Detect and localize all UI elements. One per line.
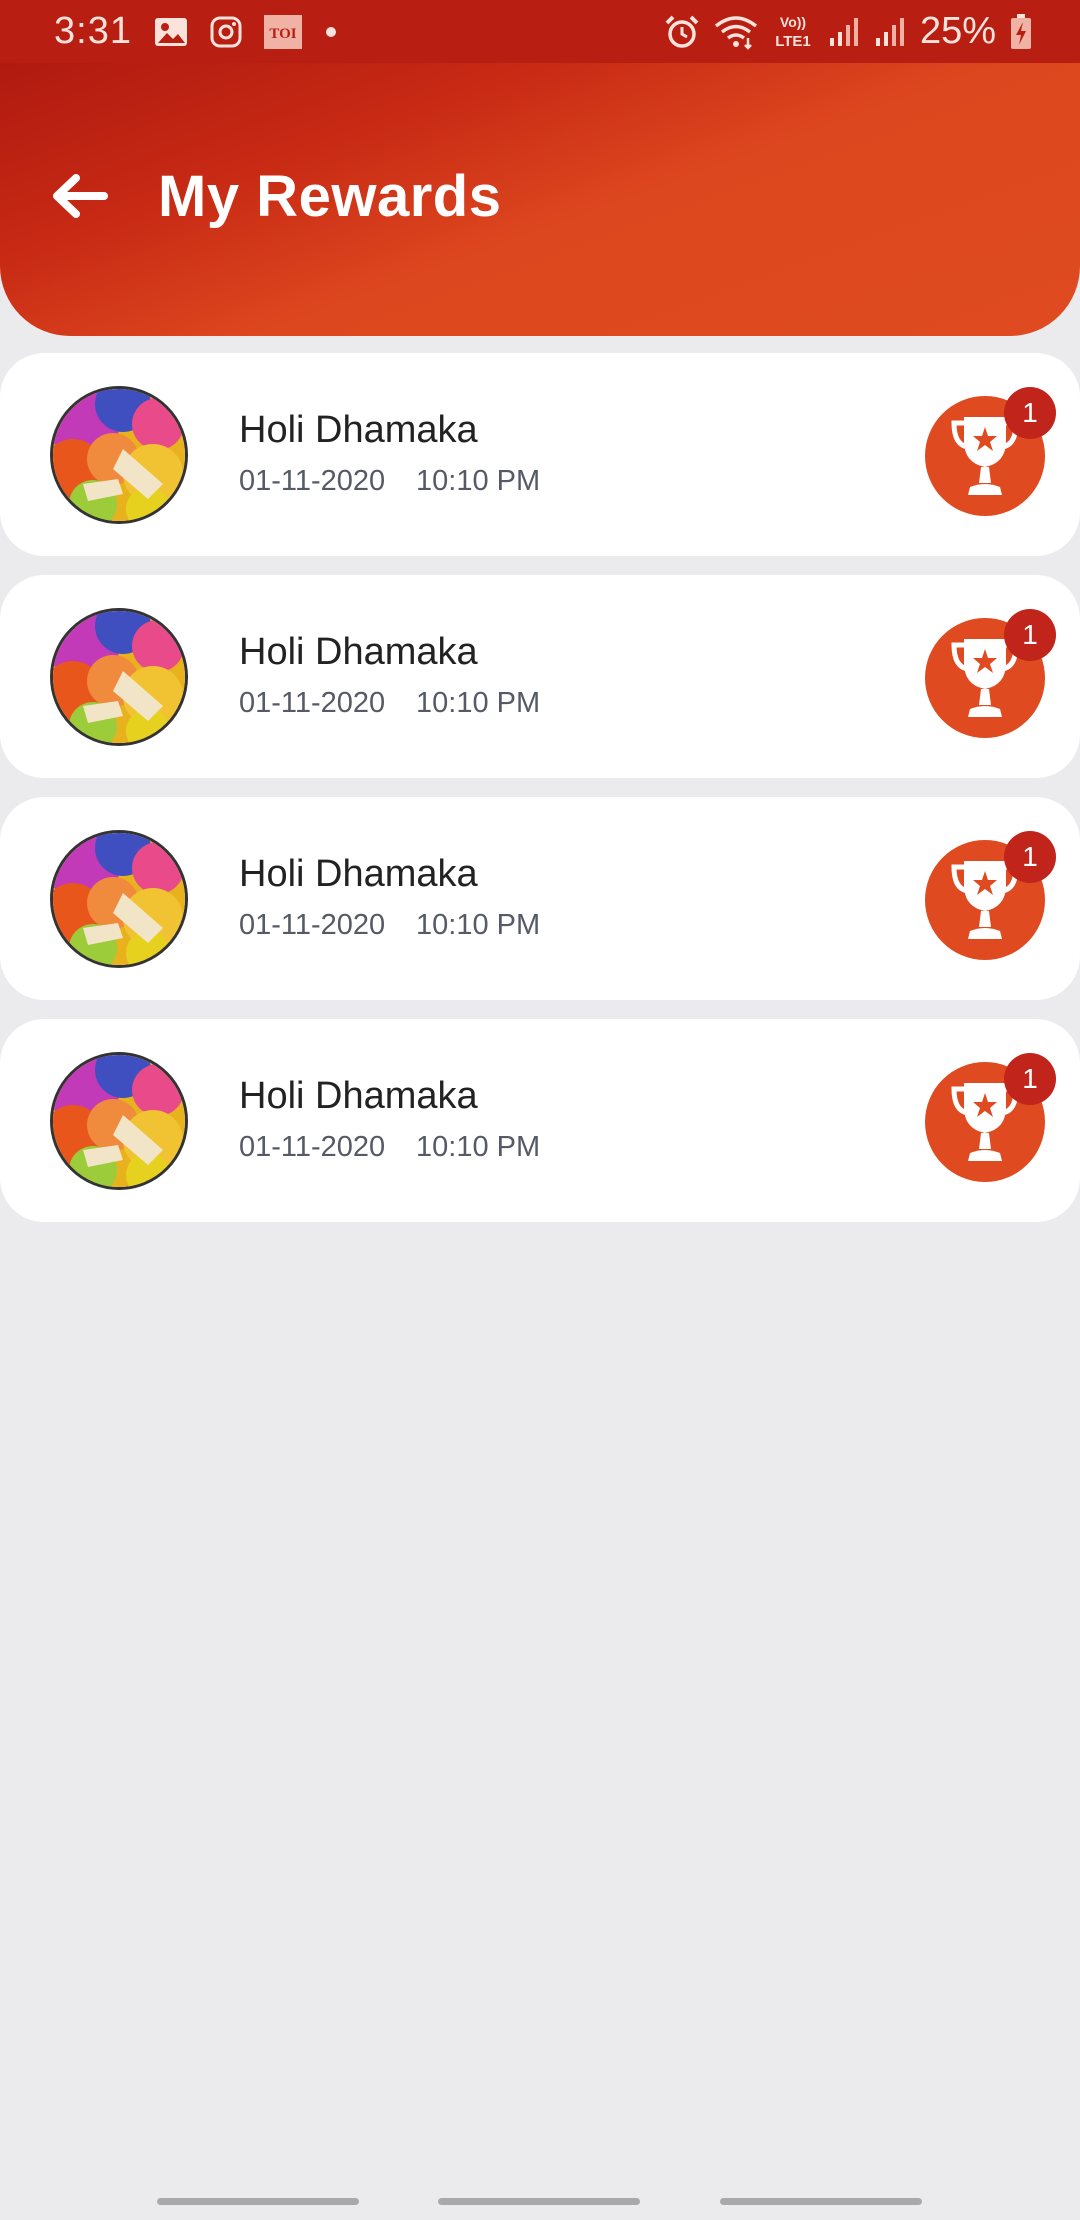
reward-date: 01-11-2020 bbox=[239, 1131, 386, 1163]
nav-home-button[interactable] bbox=[438, 2198, 640, 2205]
reward-title: Holi Dhamaka bbox=[239, 409, 478, 451]
reward-date: 01-11-2020 bbox=[239, 687, 386, 719]
reward-time: 10:10 PM bbox=[416, 1131, 541, 1163]
system-nav-bar bbox=[0, 2180, 1080, 2220]
reward-card[interactable]: Holi Dhamaka 01-11-2020 10:10 PM 1 bbox=[0, 353, 1080, 556]
reward-count-badge: 1 bbox=[1004, 1053, 1056, 1105]
reward-date: 01-11-2020 bbox=[239, 909, 386, 941]
gallery-icon bbox=[154, 17, 188, 47]
holi-image bbox=[53, 389, 185, 521]
nav-recents-button[interactable] bbox=[157, 2198, 359, 2205]
reward-title: Holi Dhamaka bbox=[239, 1075, 478, 1117]
reward-avatar bbox=[50, 608, 188, 746]
reward-date: 01-11-2020 bbox=[239, 465, 386, 497]
volte-label: Vo)) bbox=[780, 14, 806, 30]
back-button[interactable] bbox=[48, 165, 110, 227]
lte-label: LTE1 bbox=[775, 33, 811, 50]
battery-charging-icon bbox=[1010, 13, 1032, 50]
volte-lte1-icon: Vo)) LTE1 bbox=[772, 13, 814, 51]
dot-icon bbox=[324, 25, 338, 39]
nav-back-button[interactable] bbox=[720, 2198, 922, 2205]
reward-count-badge: 1 bbox=[1004, 831, 1056, 883]
reward-time: 10:10 PM bbox=[416, 465, 541, 497]
status-time: 3:31 bbox=[54, 10, 132, 52]
signal-icon bbox=[874, 16, 906, 48]
wifi-icon bbox=[714, 14, 758, 50]
signal-icon bbox=[828, 16, 860, 48]
holi-image bbox=[53, 1055, 185, 1187]
arrow-left-icon bbox=[53, 174, 108, 218]
reward-count-badge: 1 bbox=[1004, 609, 1056, 661]
reward-avatar bbox=[50, 830, 188, 968]
instagram-icon bbox=[210, 16, 242, 48]
reward-title: Holi Dhamaka bbox=[239, 853, 478, 895]
holi-image bbox=[53, 611, 185, 743]
holi-image bbox=[53, 833, 185, 965]
app-header: My Rewards bbox=[0, 63, 1080, 336]
battery-percentage: 25% bbox=[919, 10, 996, 52]
toi-icon: TOI bbox=[263, 14, 302, 49]
reward-card[interactable]: Holi Dhamaka 01-11-2020 10:10 PM 1 bbox=[0, 1019, 1080, 1222]
reward-count-badge: 1 bbox=[1004, 387, 1056, 439]
reward-card[interactable]: Holi Dhamaka 01-11-2020 10:10 PM 1 bbox=[0, 797, 1080, 1000]
reward-card[interactable]: Holi Dhamaka 01-11-2020 10:10 PM 1 bbox=[0, 575, 1080, 778]
reward-time: 10:10 PM bbox=[416, 909, 541, 941]
reward-avatar bbox=[50, 1052, 188, 1190]
reward-time: 10:10 PM bbox=[416, 687, 541, 719]
alarm-icon bbox=[664, 14, 700, 50]
page-title: My Rewards bbox=[158, 164, 502, 229]
status-bar: 3:31 TOI Vo)) LTE1 25% bbox=[0, 0, 1080, 63]
reward-title: Holi Dhamaka bbox=[239, 631, 478, 673]
rewards-list: Holi Dhamaka 01-11-2020 10:10 PM 1 Holi … bbox=[0, 353, 1080, 1241]
reward-avatar bbox=[50, 386, 188, 524]
toi-label: TOI bbox=[269, 26, 296, 42]
